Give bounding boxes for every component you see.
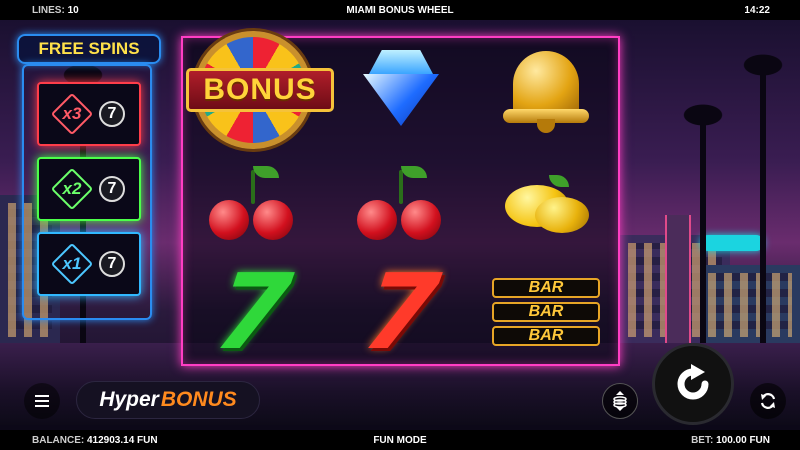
cherries-icon [205,166,301,246]
multiplier-x2: x2 7 [37,157,141,221]
symbol-bar: BAR BAR BAR [476,260,616,364]
red-seven-icon: 7 [356,251,446,373]
symbol-cherries [183,154,323,258]
spin-icon [677,364,709,400]
menu-button[interactable] [24,383,60,419]
bottom-bar: BALANCE: 412903.14 FUN FUN MODE BET: 100… [0,430,800,450]
bet-display: BET: 100.00 FUN [691,434,770,446]
hyper-bonus-button[interactable]: Hyper BONUS [76,381,260,419]
bell-icon [501,45,591,135]
multiplier-diamond-icon: x3 [53,95,91,133]
symbol-red-seven: 7 [331,251,471,373]
spin-button[interactable] [652,343,734,425]
bar-icon: BAR BAR BAR [492,278,600,346]
neon-sign [700,235,764,251]
free-spins-count: 7 [99,176,125,202]
free-spins-count: 7 [99,251,125,277]
symbol-bell [476,38,616,142]
game-mode: FUN MODE [373,434,427,446]
palm-tree [730,47,796,345]
bet-settings-button[interactable] [602,383,638,419]
multiplier-diamond-icon: x1 [53,245,91,283]
clock: 14:22 [744,4,770,16]
reel-grid: BONUS 7 7 BAR BAR BAR [181,31,620,373]
multiplier-diamond-icon: x2 [53,170,91,208]
free-spins-count: 7 [99,101,125,127]
symbol-green-seven: 7 [183,251,323,373]
autoplay-button[interactable] [750,383,786,419]
cherries-icon [353,166,449,246]
neon-tower [665,215,691,345]
free-spins-title: FREE SPINS [17,34,161,64]
green-seven-icon: 7 [208,251,298,373]
game-title: MIAMI BONUS WHEEL [346,4,454,16]
multiplier-x1: x1 7 [37,232,141,296]
autoplay-icon [760,393,776,409]
symbol-cherries [331,154,471,258]
bonus-label: BONUS [186,68,334,112]
palm-tree [670,97,736,345]
multiplier-x3: x3 7 [37,82,141,146]
symbol-bonus-wheel: BONUS [183,31,334,149]
building [700,265,800,345]
top-bar: LINES: 10 MIAMI BONUS WHEEL 14:22 [0,0,800,20]
symbol-lemon [476,154,616,258]
symbol-diamond [331,38,471,142]
coins-icon [613,391,627,411]
lemon-icon [501,171,591,241]
